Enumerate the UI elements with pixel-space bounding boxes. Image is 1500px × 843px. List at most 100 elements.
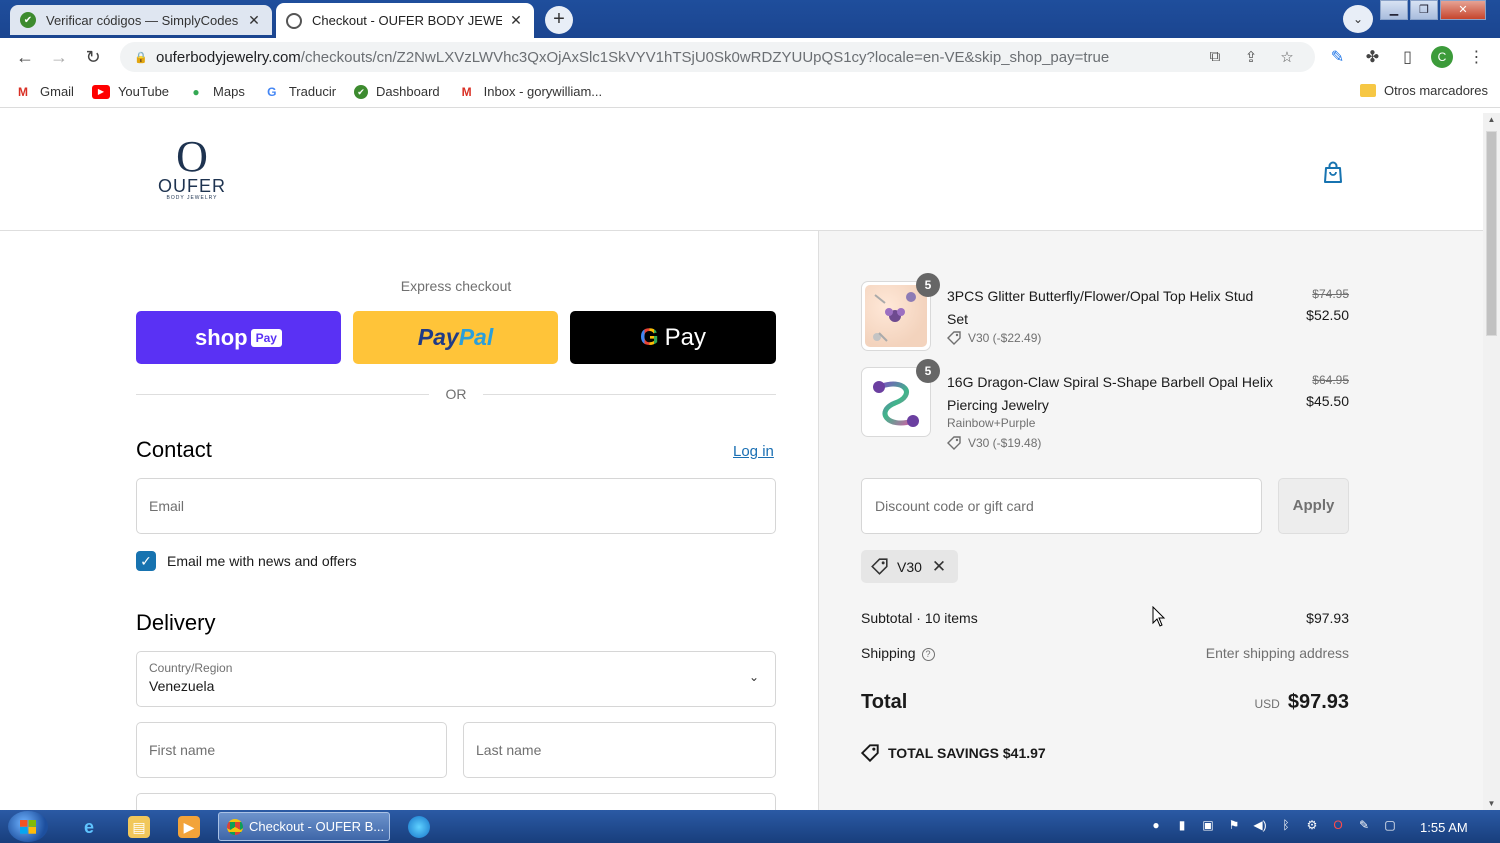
bookmark-gmail[interactable]: M Gmail bbox=[14, 84, 74, 99]
minimize-icon[interactable]: ▁ bbox=[1380, 0, 1408, 20]
shipping-value: Enter shipping address bbox=[1205, 645, 1349, 661]
close-tab-icon[interactable]: ✕ bbox=[246, 12, 262, 29]
profile-avatar[interactable]: C bbox=[1431, 46, 1453, 68]
bookmark-traducir[interactable]: G Traducir bbox=[263, 84, 336, 99]
shop-pay-button[interactable]: shop Pay bbox=[136, 311, 341, 364]
applied-code-label: V30 bbox=[897, 558, 922, 575]
new-tab-button[interactable]: + bbox=[545, 6, 573, 34]
first-name-field[interactable]: First name bbox=[136, 722, 447, 778]
tray-app-icon[interactable]: ● bbox=[1143, 818, 1169, 832]
start-button[interactable] bbox=[8, 811, 48, 842]
google-pay-button[interactable]: G Pay bbox=[570, 311, 776, 364]
window-close-icon[interactable]: ✕ bbox=[1440, 0, 1486, 20]
last-name-placeholder: Last name bbox=[476, 742, 542, 758]
line-item: 5 3PCS Glitter Butterfly/Flower/Opal Top… bbox=[861, 273, 1349, 353]
butterfly-studs-icon bbox=[873, 292, 916, 342]
signal-icon[interactable]: ▮ bbox=[1169, 818, 1195, 832]
media-player-icon[interactable]: ▶ bbox=[178, 816, 200, 838]
newsletter-option[interactable]: ✓ Email me with news and offers bbox=[136, 551, 357, 571]
log-in-link[interactable]: Log in bbox=[733, 443, 774, 460]
quantity-badge: 5 bbox=[916, 359, 940, 383]
country-value: Venezuela bbox=[149, 678, 215, 694]
bookmarks-bar: M Gmail ▶ YouTube ● Maps G Traducir ✔ Dashboa… bbox=[0, 76, 1500, 108]
scrollbar-thumb[interactable] bbox=[1486, 131, 1497, 336]
email-field[interactable]: Email bbox=[136, 478, 776, 534]
product-thumbnail: 5 bbox=[861, 273, 940, 351]
display-icon[interactable]: ▣ bbox=[1195, 818, 1221, 832]
back-arrow-icon[interactable]: ← bbox=[8, 47, 42, 68]
express-checkout-label: Express checkout bbox=[400, 278, 512, 294]
device-icon[interactable]: ▢ bbox=[1377, 818, 1403, 832]
network-icon[interactable]: ⚙ bbox=[1299, 818, 1325, 832]
line-item: 5 16G Dragon-Claw Spiral S-Shape Barbell… bbox=[861, 359, 1349, 457]
maximize-icon[interactable]: ❐ bbox=[1410, 0, 1438, 20]
edge-icon[interactable] bbox=[408, 816, 430, 838]
other-bookmarks-label: Otros marcadores bbox=[1383, 83, 1488, 98]
chrome-icon bbox=[227, 818, 243, 835]
forward-arrow-icon[interactable]: → bbox=[42, 47, 76, 68]
or-divider: OR bbox=[136, 386, 776, 402]
item-discount: V30 (-$19.48) bbox=[947, 436, 1041, 450]
flag-icon[interactable]: ⚑ bbox=[1221, 818, 1247, 832]
opera-icon[interactable]: O bbox=[1325, 818, 1351, 832]
original-price: $64.95 bbox=[1312, 373, 1349, 387]
checkmark-icon[interactable]: ✓ bbox=[136, 551, 156, 571]
reload-icon[interactable]: ↻ bbox=[76, 47, 110, 68]
original-price: $74.95 bbox=[1312, 287, 1349, 301]
store-logo[interactable]: O OUFER BODY JEWELRY bbox=[152, 135, 232, 207]
bookmark-star-icon[interactable]: ☆ bbox=[1269, 48, 1305, 66]
shop-pay-tag: Pay bbox=[250, 328, 282, 347]
url-host: ouferbodyjewelry.com bbox=[156, 48, 301, 66]
subtotal-label: Subtotal · 10 items bbox=[861, 610, 978, 626]
file-explorer-icon[interactable]: ▤ bbox=[128, 816, 150, 838]
paypal-button[interactable]: Pay Pal bbox=[353, 311, 558, 364]
page-scrollbar[interactable]: ▲ ▼ bbox=[1483, 113, 1500, 810]
bookmark-maps[interactable]: ● Maps bbox=[187, 84, 244, 99]
bookmark-inbox[interactable]: M Inbox - gorywilliam... bbox=[458, 84, 602, 99]
mouse-cursor-icon bbox=[1152, 606, 1166, 627]
address-bar-actions: ⧉ ⇪ ☆ bbox=[1197, 48, 1305, 66]
bookmark-label: Inbox - gorywilliam... bbox=[483, 84, 603, 99]
pen-icon[interactable]: ✎ bbox=[1351, 818, 1377, 832]
scroll-up-icon[interactable]: ▲ bbox=[1483, 115, 1500, 124]
tab-simplycodes[interactable]: ✔ Verificar códigos — SimplyCodes ✕ bbox=[10, 5, 272, 35]
last-name-field[interactable]: Last name bbox=[463, 722, 776, 778]
product-variant: Rainbow+Purple bbox=[947, 416, 1036, 430]
other-bookmarks[interactable]: Otros marcadores bbox=[1359, 83, 1488, 98]
simplycodes-icon: ✔ bbox=[354, 84, 369, 99]
remove-code-icon[interactable]: ✕ bbox=[932, 557, 946, 577]
extension-icon[interactable]: ✎ bbox=[1320, 47, 1355, 67]
volume-icon[interactable]: ◀) bbox=[1247, 818, 1273, 832]
tab-title: Verificar códigos — SimplyCodes bbox=[46, 12, 239, 28]
scroll-down-icon[interactable]: ▼ bbox=[1483, 799, 1500, 808]
gmail-icon: M bbox=[461, 84, 472, 99]
bookmark-dashboard[interactable]: ✔ Dashboard bbox=[354, 84, 440, 99]
discount-code-input[interactable]: Discount code or gift card bbox=[861, 478, 1262, 534]
apply-button[interactable]: Apply bbox=[1278, 478, 1349, 534]
bluetooth-icon[interactable]: ᛒ bbox=[1273, 818, 1299, 832]
total-currency: USD bbox=[1254, 697, 1280, 711]
address-bar[interactable]: 🔒 ouferbodyjewelry.com /checkouts/cn/Z2N… bbox=[120, 42, 1315, 72]
side-panel-icon[interactable]: ▯ bbox=[1390, 47, 1425, 67]
globe-icon bbox=[286, 12, 302, 29]
taskbar-clock[interactable]: 1:55 AM bbox=[1420, 820, 1468, 835]
tab-checkout[interactable]: Checkout - OUFER BODY JEWELRY ✕ bbox=[276, 3, 534, 38]
shopping-bag-icon[interactable] bbox=[1322, 160, 1344, 184]
share-icon[interactable]: ⇪ bbox=[1233, 48, 1269, 66]
kebab-menu-icon[interactable]: ⋮ bbox=[1459, 47, 1494, 67]
puzzle-icon[interactable]: ✤ bbox=[1355, 47, 1390, 67]
translate-icon[interactable]: ⧉ bbox=[1197, 48, 1233, 66]
internet-explorer-icon[interactable]: e bbox=[78, 816, 100, 838]
product-name: 3PCS Glitter Butterfly/Flower/Opal Top H… bbox=[947, 288, 1254, 327]
item-discount-text: V30 (-$19.48) bbox=[968, 436, 1042, 450]
bookmark-label: Gmail bbox=[40, 84, 74, 99]
bookmark-youtube[interactable]: ▶ YouTube bbox=[91, 84, 169, 99]
country-select[interactable]: Country/Region Venezuela ⌄ bbox=[136, 651, 776, 707]
country-label: Country/Region bbox=[149, 661, 233, 675]
close-tab-icon[interactable]: ✕ bbox=[508, 12, 524, 29]
address-field[interactable] bbox=[136, 793, 776, 810]
tab-search-chevron-icon[interactable]: ⌄ bbox=[1343, 5, 1373, 33]
taskbar-chrome-task[interactable]: Checkout - OUFER B... bbox=[218, 812, 390, 841]
checkout-page: O OUFER BODY JEWELRY Express checkout sh… bbox=[0, 113, 1483, 810]
help-icon[interactable]: ? bbox=[921, 648, 935, 661]
